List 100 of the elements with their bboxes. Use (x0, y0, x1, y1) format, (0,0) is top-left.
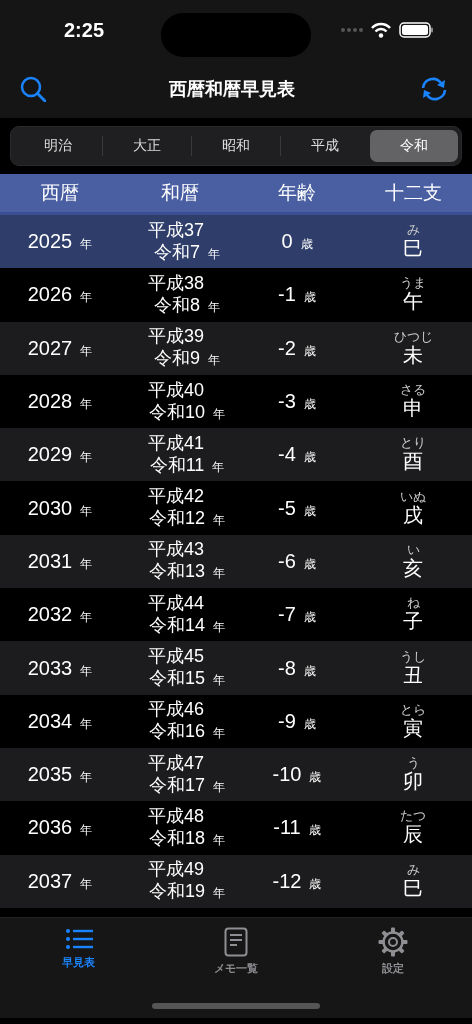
age-cell-text: -11 歳 (272, 816, 322, 840)
table-row[interactable]: 2027 年 平成39 令和9 年 -2 歳 ひつじ 未 (0, 321, 472, 375)
era-year-text: 令和8 年 (154, 293, 220, 317)
zodiac-sign: 酉 (403, 450, 423, 474)
era-year-text: 令和7 年 (154, 240, 220, 264)
zodiac-sign: 亥 (403, 556, 423, 580)
zodiac-sign: 子 (403, 610, 423, 634)
zodiac-sign: 辰 (403, 823, 423, 847)
zodiac-sign: 巳 (403, 237, 423, 261)
era-year-text: 令和17 年 (149, 773, 225, 797)
column-header: 和暦 (160, 181, 200, 205)
year-cell-text: 2037 年 (26, 869, 94, 893)
era-year-text: 平成49 (148, 858, 204, 881)
tab-bar-item[interactable]: 設定 (343, 926, 444, 977)
era-year-text: 平成41 (148, 431, 204, 454)
era-segment[interactable]: 昭和 (192, 130, 280, 162)
era-year-text: 平成43 (148, 538, 204, 561)
zodiac-reading: とら (400, 702, 426, 717)
era-segment[interactable]: 平成 (281, 130, 369, 162)
zodiac-reading: み (406, 223, 420, 238)
zodiac-reading: うま (400, 276, 426, 291)
year-cell-text: 2033 年 (26, 656, 94, 680)
table-row[interactable]: 2025 年 平成37 令和7 年 0 歳 み 巳 (0, 215, 472, 269)
era-year-text: 令和19 年 (149, 880, 225, 904)
table-row[interactable]: 2037 年 平成49 令和19 年 -12 歳 み 巳 (0, 854, 472, 908)
status-time: 2:25 (64, 18, 106, 42)
year-cell-text: 2036 年 (26, 816, 94, 840)
age-cell-text: -7 歳 (277, 603, 317, 627)
zodiac-sign: 寅 (403, 716, 423, 740)
column-header: 十二支 (383, 181, 443, 205)
zodiac-reading: いぬ (400, 489, 426, 504)
zodiac-reading: ね (406, 596, 420, 611)
zodiac-reading: さる (400, 383, 426, 398)
era-year-text: 令和9 年 (154, 347, 220, 371)
document-icon (224, 927, 248, 957)
battery-icon (399, 22, 433, 38)
table-row[interactable]: 2029 年 平成41 令和11 年 -4 歳 とり 酉 (0, 428, 472, 482)
era-segment[interactable]: 大正 (103, 130, 191, 162)
year-cell-text: 2028 年 (26, 390, 94, 414)
search-icon (20, 76, 46, 102)
signal-icon (341, 27, 363, 33)
column-header: 年齢 (277, 181, 317, 205)
age-cell-text: -10 歳 (271, 763, 323, 787)
era-year-text: 令和13 年 (149, 560, 225, 584)
age-cell-text: -5 歳 (277, 496, 317, 520)
age-cell-text: 0 歳 (280, 230, 314, 254)
era-year-text: 令和10 年 (149, 400, 225, 424)
zodiac-sign: 巳 (403, 876, 423, 900)
zodiac-sign: 申 (403, 397, 423, 421)
zodiac-sign: 戌 (403, 503, 423, 527)
zodiac-sign: 午 (403, 290, 423, 314)
era-year-text: 令和14 年 (149, 613, 225, 637)
zodiac-reading: う (406, 756, 420, 771)
zodiac-reading: ひつじ (393, 329, 433, 344)
age-cell-text: -2 歳 (277, 336, 317, 360)
age-cell-text: -8 歳 (277, 656, 317, 680)
zodiac-reading: い (406, 542, 420, 557)
era-year-text: 平成42 (148, 485, 204, 508)
zodiac-sign: 丑 (403, 663, 423, 687)
year-cell-text: 2032 年 (26, 603, 94, 627)
age-cell-text: -4 歳 (277, 443, 317, 467)
year-cell-text: 2034 年 (26, 709, 94, 733)
zodiac-reading: み (406, 862, 420, 877)
screen-title: 西暦和暦早見表 (169, 78, 295, 101)
gear-icon (378, 927, 409, 957)
era-year-text: 令和11 年 (149, 453, 225, 477)
table-row[interactable]: 2035 年 平成47 令和17 年 -10 歳 う 卯 (0, 747, 472, 802)
year-cell-text: 2029 年 (26, 443, 94, 467)
table-row[interactable]: 2031 年 平成43 令和13 年 -6 歳 い 亥 (0, 534, 472, 589)
era-year-text: 平成38 (148, 271, 204, 294)
era-year-text: 平成37 (148, 218, 204, 241)
tab-bar-item[interactable]: メモ一覧 (186, 926, 286, 977)
era-year-text: 令和15 年 (149, 667, 225, 690)
era-segment[interactable]: 令和 (370, 130, 458, 162)
era-year-text: 平成47 (148, 751, 204, 774)
year-cell-text: 2027 年 (26, 336, 94, 360)
era-year-text: 平成48 (148, 804, 204, 827)
era-year-text: 平成46 (148, 698, 204, 721)
tab-bar-item[interactable]: 早見表 (28, 926, 129, 977)
age-cell-text: -3 歳 (277, 390, 317, 414)
zodiac-sign: 未 (403, 343, 423, 367)
era-year-text: 令和18 年 (149, 826, 225, 850)
age-cell-text: -1 歳 (277, 283, 317, 307)
list-icon (64, 927, 93, 951)
age-cell-text: -12 歳 (271, 869, 323, 893)
era-year-text: 平成39 (148, 325, 204, 348)
era-segment[interactable]: 明治 (14, 130, 102, 162)
era-year-text: 令和12 年 (149, 507, 225, 531)
year-cell-text: 2030 年 (26, 496, 94, 520)
year-cell-text: 2031 年 (26, 549, 94, 573)
zodiac-reading: とり (400, 436, 426, 451)
era-year-text: 平成44 (148, 591, 204, 614)
age-cell-text: -6 歳 (277, 549, 317, 573)
zodiac-reading: たつ (400, 809, 426, 824)
search-button[interactable] (20, 76, 46, 102)
era-year-text: 令和16 年 (149, 720, 225, 744)
table-row[interactable]: 2033 年 平成45 令和15 年 -8 歳 うし 丑 (0, 641, 472, 695)
zodiac-sign: 卯 (403, 770, 423, 794)
year-cell-text: 2026 年 (26, 283, 94, 307)
year-cell-text: 2025 年 (26, 230, 94, 254)
